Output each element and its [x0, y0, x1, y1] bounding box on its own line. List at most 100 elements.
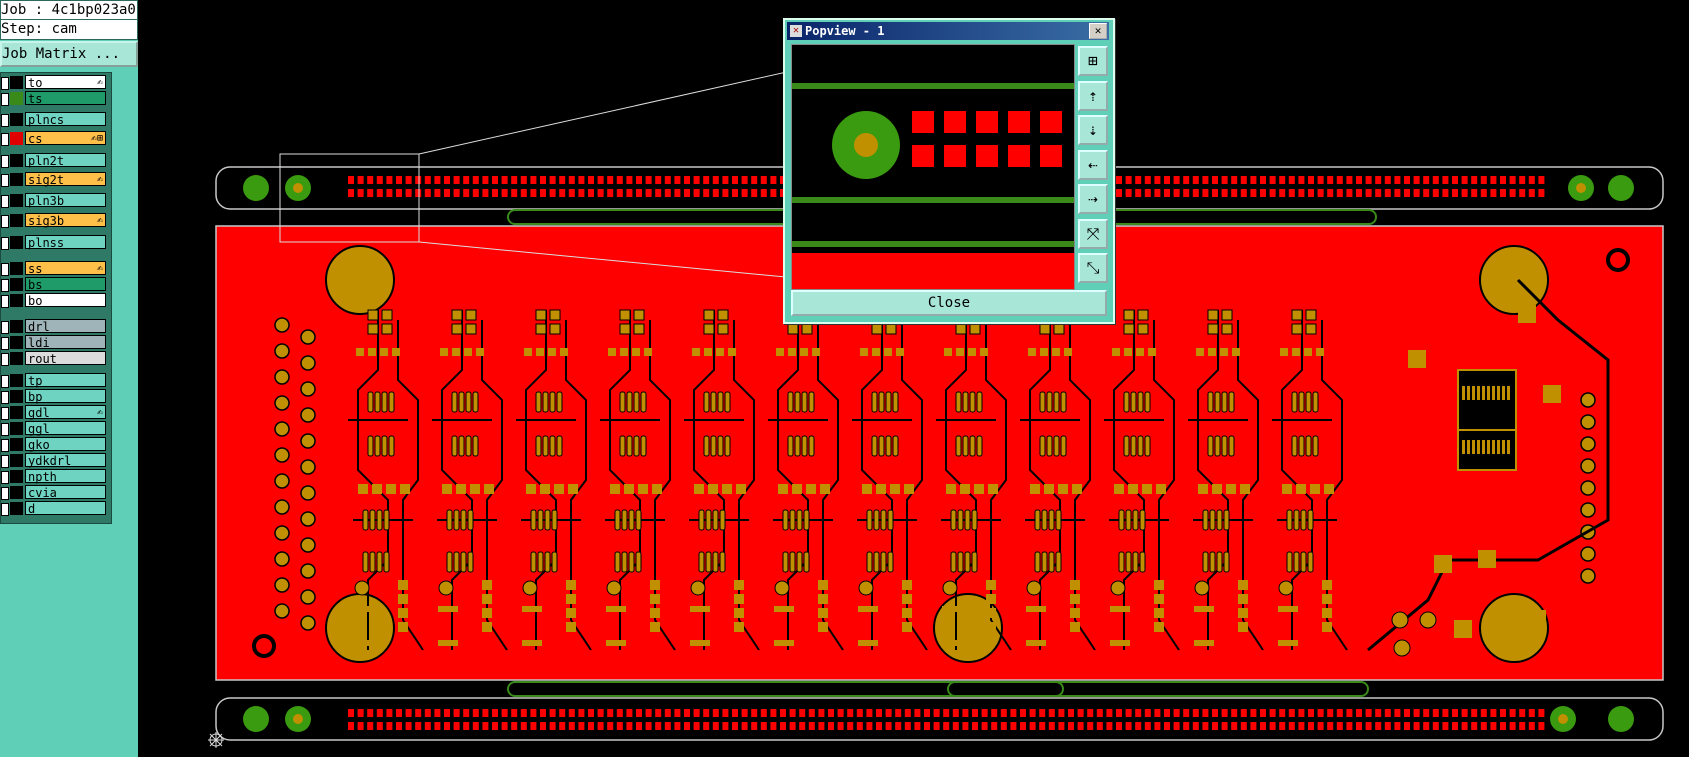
layer-color-swatch[interactable] — [10, 294, 23, 307]
close-button[interactable]: Close — [791, 290, 1107, 316]
layer-checkbox[interactable] — [1, 279, 9, 292]
layer-color-swatch[interactable] — [10, 113, 23, 126]
pan-up-icon[interactable]: ⇡ — [1078, 80, 1108, 111]
layer-color-swatch[interactable] — [10, 214, 23, 227]
layer-row-pln2t[interactable]: pln2t — [1, 153, 109, 168]
layer-name[interactable]: plncs — [25, 112, 106, 127]
layer-checkbox[interactable] — [1, 195, 9, 208]
layer-color-swatch[interactable] — [10, 236, 23, 249]
layer-name[interactable]: bo — [25, 293, 106, 308]
pan-left-icon[interactable]: ⇠ — [1078, 149, 1108, 180]
layer-checkbox[interactable] — [1, 237, 9, 250]
layer-checkbox[interactable] — [1, 423, 9, 436]
popview-zoom-view[interactable] — [791, 44, 1075, 290]
layer-row-ts[interactable]: ts — [1, 91, 109, 106]
layer-row-drl[interactable]: drl — [1, 319, 109, 334]
layer-name[interactable]: ss ✍ — [25, 261, 106, 276]
layer-color-swatch[interactable] — [10, 194, 23, 207]
layer-name[interactable]: ldi — [25, 335, 106, 350]
layer-name[interactable]: npth — [25, 469, 106, 484]
layer-name[interactable]: tp — [25, 373, 106, 388]
layer-row-ydkdrl[interactable]: ydkdrl — [1, 453, 109, 468]
layer-name[interactable]: pln2t — [25, 153, 106, 168]
layer-row-tp[interactable]: tp — [1, 373, 109, 388]
layer-row-rout[interactable]: rout — [1, 351, 109, 366]
layer-checkbox[interactable] — [1, 391, 9, 404]
layer-row-sig3b[interactable]: sig3b ✍ — [1, 213, 109, 228]
layer-color-swatch[interactable] — [10, 470, 23, 483]
layer-row-gko[interactable]: gko — [1, 437, 109, 452]
layer-checkbox[interactable] — [1, 93, 9, 106]
zoom-out-icon[interactable]: ⤡ — [1078, 253, 1108, 283]
layer-name[interactable]: cvia — [25, 485, 106, 500]
layer-color-swatch[interactable] — [10, 454, 23, 467]
layer-name[interactable]: d — [25, 501, 106, 516]
close-icon[interactable]: ✕ — [1089, 23, 1107, 39]
layer-row-to[interactable]: to ✍ — [1, 75, 109, 90]
fit-icon[interactable]: ⊞ — [1078, 46, 1108, 76]
layer-color-swatch[interactable] — [10, 320, 23, 333]
layer-color-swatch[interactable] — [10, 422, 23, 435]
layer-name[interactable]: sig3b ✍ — [25, 213, 106, 228]
layer-name[interactable]: ggl — [25, 421, 106, 436]
layer-name[interactable]: rout — [25, 351, 106, 366]
layer-checkbox[interactable] — [1, 439, 9, 452]
zoom-in-icon[interactable]: ⤧ — [1078, 218, 1108, 249]
layer-checkbox[interactable] — [1, 215, 9, 228]
layer-name[interactable]: bp — [25, 389, 106, 404]
layer-color-swatch[interactable] — [10, 76, 23, 89]
layer-checkbox[interactable] — [1, 174, 9, 187]
layer-checkbox[interactable] — [1, 471, 9, 484]
layer-name[interactable]: to ✍ — [25, 75, 106, 90]
layer-color-swatch[interactable] — [10, 438, 23, 451]
layer-row-d[interactable]: d — [1, 501, 109, 516]
layer-row-plncs[interactable]: plncs — [1, 112, 109, 127]
layer-checkbox[interactable] — [1, 503, 9, 516]
layer-checkbox[interactable] — [1, 77, 9, 90]
layer-checkbox[interactable] — [1, 321, 9, 334]
layer-row-gdl[interactable]: gdl ✍ — [1, 405, 109, 420]
layer-row-bp[interactable]: bp — [1, 389, 109, 404]
layer-checkbox[interactable] — [1, 133, 9, 146]
layer-color-swatch[interactable] — [10, 486, 23, 499]
layer-color-swatch[interactable] — [10, 352, 23, 365]
layer-row-ggl[interactable]: ggl — [1, 421, 109, 436]
layer-row-npth[interactable]: npth — [1, 469, 109, 484]
layer-row-sig2t[interactable]: sig2t ✍ — [1, 172, 109, 187]
layer-row-ss[interactable]: ss ✍ — [1, 261, 109, 276]
layer-row-ldi[interactable]: ldi — [1, 335, 109, 350]
layer-name[interactable]: plnss — [25, 235, 106, 250]
layer-checkbox[interactable] — [1, 455, 9, 468]
layer-color-swatch[interactable] — [10, 173, 23, 186]
layer-color-swatch[interactable] — [10, 406, 23, 419]
layer-row-pln3b[interactable]: pln3b — [1, 193, 109, 208]
layer-color-swatch[interactable] — [10, 262, 23, 275]
layer-name[interactable]: ydkdrl — [25, 453, 106, 468]
layer-color-swatch[interactable] — [10, 390, 23, 403]
layer-row-plnss[interactable]: plnss — [1, 235, 109, 250]
layer-row-cs[interactable]: cs ✍⊞ — [1, 131, 109, 146]
layer-name[interactable]: ts — [25, 91, 106, 106]
popview-titlebar[interactable]: ✕ Popview - 1 ✕ — [787, 22, 1109, 40]
layer-color-swatch[interactable] — [10, 92, 23, 105]
job-matrix-button[interactable]: Job Matrix ... — [0, 41, 138, 67]
layer-color-swatch[interactable] — [10, 154, 23, 167]
layer-checkbox[interactable] — [1, 407, 9, 420]
layer-checkbox[interactable] — [1, 487, 9, 500]
layer-checkbox[interactable] — [1, 353, 9, 366]
layer-color-swatch[interactable] — [10, 374, 23, 387]
layer-checkbox[interactable] — [1, 263, 9, 276]
layer-name[interactable]: drl — [25, 319, 106, 334]
layer-color-swatch[interactable] — [10, 336, 23, 349]
layer-row-bs[interactable]: bs — [1, 277, 109, 292]
layer-row-cvia[interactable]: cvia — [1, 485, 109, 500]
layer-name[interactable]: cs ✍⊞ — [25, 131, 106, 146]
layer-name[interactable]: bs — [25, 277, 106, 292]
layer-checkbox[interactable] — [1, 155, 9, 168]
layer-name[interactable]: gdl ✍ — [25, 405, 106, 420]
layer-row-bo[interactable]: bo — [1, 293, 109, 308]
layer-checkbox[interactable] — [1, 375, 9, 388]
layer-color-swatch[interactable] — [10, 278, 23, 291]
layer-checkbox[interactable] — [1, 295, 9, 308]
layer-name[interactable]: pln3b — [25, 193, 106, 208]
